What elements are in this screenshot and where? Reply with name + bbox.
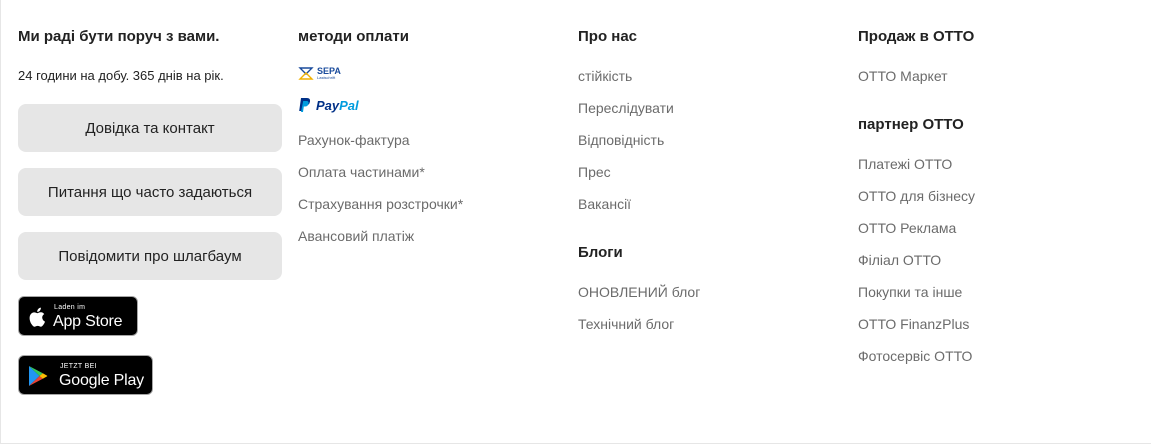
paypal-icon	[299, 98, 311, 112]
google-play-small-text: JETZT BEI	[60, 363, 97, 370]
footer: Ми раді бути поруч з вами. 24 години на …	[0, 0, 1151, 444]
app-store-big-text: App Store	[53, 313, 123, 330]
about-heading: Про нас	[578, 28, 638, 45]
app-store-small-text: Laden im	[54, 304, 86, 311]
partner-link-business[interactable]: ОТТО для бізнесу	[858, 188, 975, 205]
sell-link-market[interactable]: ОТТО Маркет	[858, 68, 948, 85]
about-link-press[interactable]: Прес	[578, 164, 611, 181]
about-link-compliance[interactable]: Відповідність	[578, 132, 664, 149]
sepa-icon	[298, 67, 314, 80]
paypal-logo: PayPal	[298, 97, 368, 115]
support-heading: Ми раді бути поруч з вами.	[18, 28, 220, 45]
payment-link-invoice[interactable]: Рахунок-фактура	[298, 132, 410, 149]
google-play-icon	[29, 366, 48, 386]
support-hours: 24 години на добу. 365 днів на рік.	[18, 68, 224, 83]
google-play-badge[interactable]: JETZT BEI Google Play	[18, 355, 153, 395]
partner-link-advertising[interactable]: ОТТО Реклама	[858, 220, 956, 237]
app-store-badge[interactable]: Laden im App Store	[18, 296, 138, 336]
about-link-sustainability[interactable]: стійкість	[578, 68, 632, 85]
payment-link-installment-insurance[interactable]: Страхування розстрочки*	[298, 196, 463, 213]
google-play-big-text: Google Play	[59, 372, 144, 389]
about-link-pursue[interactable]: Переслідувати	[578, 100, 674, 117]
partner-link-photo[interactable]: Фотосервіс ОТТО	[858, 348, 972, 365]
faq-button[interactable]: Питання що часто задаються	[18, 168, 282, 216]
sepa-logo: SEPA Lastschrift	[298, 65, 348, 83]
partner-link-affiliate[interactable]: Філіал ОТТО	[858, 252, 941, 269]
partner-link-shopping[interactable]: Покупки та інше	[858, 284, 962, 301]
payment-heading: методи оплати	[298, 28, 409, 45]
apple-icon	[29, 307, 45, 327]
blog-link-tech[interactable]: Технічний блог	[578, 316, 674, 333]
report-barrier-button[interactable]: Повідомити про шлагбаум	[18, 232, 282, 280]
sepa-sublabel: Lastschrift	[317, 75, 336, 80]
blog-link-updated[interactable]: ОНОВЛЕНИЙ блог	[578, 284, 700, 301]
about-link-jobs[interactable]: Вакансії	[578, 196, 631, 213]
paypal-pal-text: Pal	[339, 98, 359, 113]
help-contact-button[interactable]: Довідка та контакт	[18, 104, 282, 152]
blogs-heading: Блоги	[578, 244, 623, 261]
sell-heading: Продаж в ОТТО	[858, 28, 975, 45]
payment-link-prepayment[interactable]: Авансовий платіж	[298, 228, 414, 245]
paypal-pay-text: Pay	[316, 98, 340, 113]
partner-link-payments[interactable]: Платежі ОТТО	[858, 156, 952, 173]
partner-heading: партнер ОТТО	[858, 116, 964, 133]
payment-link-installments[interactable]: Оплата частинами*	[298, 164, 425, 181]
partner-link-finanzplus[interactable]: ОТТО FinanzPlus	[858, 316, 969, 333]
paypal-wordmark: PayPal	[316, 98, 359, 113]
